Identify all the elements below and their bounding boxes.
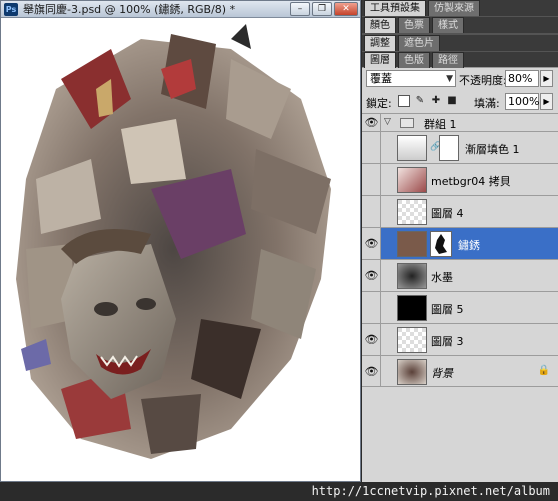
layer-row-group-1[interactable]: 👁 ▽ 群組 1 xyxy=(362,113,558,131)
tab-layers[interactable]: 圖層 xyxy=(364,52,396,68)
layer-name: 背景 xyxy=(431,367,453,380)
color-tab-row: 顏色 色票 樣式 xyxy=(362,17,558,33)
layer-row-layer-3[interactable]: 👁 圖層 3 xyxy=(362,323,558,355)
layer-name: 漸層填色 1 xyxy=(465,143,520,156)
layer-name: 圖層 4 xyxy=(431,207,464,220)
restore-icon[interactable]: ❐ xyxy=(312,2,332,16)
eye-icon[interactable]: 👁 xyxy=(364,269,379,283)
triangle-down-icon[interactable]: ▽ xyxy=(384,117,391,127)
fill-slider-button[interactable]: ▶ xyxy=(540,93,553,110)
layer-row-layer-4[interactable]: 圖層 4 xyxy=(362,195,558,227)
document-window: Ps 舉旗同慶-3.psd @ 100% (鏽銹, RGB/8) * – ❐ ✕ xyxy=(0,0,361,482)
lock-icon[interactable]: 🔒 xyxy=(538,365,550,376)
document-canvas[interactable] xyxy=(1,19,360,481)
artwork-image xyxy=(1,19,360,481)
layer-thumbnail xyxy=(397,199,427,225)
photoshop-icon: Ps xyxy=(4,2,18,16)
layer-list: 👁 ▽ 群組 1 🔗 漸層填色 1 metbgr04 拷貝 圖層 4 👁 鏽銹 … xyxy=(362,113,558,413)
adjustments-tab-row: 調整 遮色片 xyxy=(362,35,558,51)
fill-label: 填滿: xyxy=(474,97,500,110)
opacity-label: 不透明度: xyxy=(459,74,507,87)
layer-thumbnail xyxy=(397,359,427,385)
gradient-thumbnail xyxy=(397,135,427,161)
layer-name: metbgr04 拷貝 xyxy=(431,175,511,188)
close-icon[interactable]: ✕ xyxy=(334,2,358,16)
tab-swatches[interactable]: 色票 xyxy=(398,17,430,33)
layer-name: 圖層 5 xyxy=(431,303,464,316)
tab-styles[interactable]: 樣式 xyxy=(432,17,464,33)
tab-clone-source[interactable]: 仿製來源 xyxy=(428,0,480,16)
chevron-down-icon: ▼ xyxy=(446,74,453,84)
layer-name: 鏽銹 xyxy=(458,239,480,252)
layers-panel: 覆蓋 ▼ 不透明度: 80% ▶ 鎖定: ✎ ✚ ■ 填滿: 100% ▶ 👁 … xyxy=(362,68,558,482)
layer-row-gradient-fill[interactable]: 🔗 漸層填色 1 xyxy=(362,131,558,163)
tab-masks[interactable]: 遮色片 xyxy=(398,35,440,51)
layer-row-metbgr04-copy[interactable]: metbgr04 拷貝 xyxy=(362,163,558,195)
watermark-url: http://1ccnetvip.pixnet.net/album xyxy=(0,482,558,501)
eye-icon[interactable]: 👁 xyxy=(364,237,379,251)
eye-icon[interactable]: 👁 xyxy=(364,365,379,379)
mask-thumbnail xyxy=(439,135,459,161)
document-title-bar[interactable]: Ps 舉旗同慶-3.psd @ 100% (鏽銹, RGB/8) * – ❐ ✕ xyxy=(1,1,360,18)
tab-paths[interactable]: 路徑 xyxy=(432,52,464,68)
lock-all-icon[interactable]: ■ xyxy=(446,95,458,107)
tab-tool-presets[interactable]: 工具預設集 xyxy=(364,0,426,16)
layer-name: 圖層 3 xyxy=(431,335,464,348)
eye-icon[interactable]: 👁 xyxy=(364,333,379,347)
eye-icon[interactable]: 👁 xyxy=(364,116,379,130)
layer-thumbnail xyxy=(397,327,427,353)
layer-row-ink[interactable]: 👁 水墨 xyxy=(362,259,558,291)
opacity-input[interactable]: 80% xyxy=(505,70,539,87)
tab-channels[interactable]: 色版 xyxy=(398,52,430,68)
mask-thumbnail xyxy=(430,231,452,257)
blend-mode-select[interactable]: 覆蓋 ▼ xyxy=(366,70,456,87)
minimize-icon[interactable]: – xyxy=(290,2,310,16)
layer-name: 群組 1 xyxy=(424,118,457,131)
lock-transparency-icon[interactable] xyxy=(398,95,410,107)
layer-name: 水墨 xyxy=(431,271,453,284)
lock-brush-icon[interactable]: ✎ xyxy=(414,95,426,107)
folder-icon xyxy=(400,118,414,128)
opacity-slider-button[interactable]: ▶ xyxy=(540,70,553,87)
tool-presets-tab-row: 工具預設集 仿製來源 xyxy=(362,0,558,16)
tab-adjustments[interactable]: 調整 xyxy=(364,35,396,51)
layer-thumbnail xyxy=(397,295,427,321)
document-title: 舉旗同慶-3.psd @ 100% (鏽銹, RGB/8) * xyxy=(23,3,236,16)
layer-row-background[interactable]: 👁 背景 🔒 xyxy=(362,355,558,387)
blend-mode-value: 覆蓋 xyxy=(370,72,392,85)
layer-thumbnail xyxy=(397,167,427,193)
layer-row-layer-5[interactable]: 圖層 5 xyxy=(362,291,558,323)
lock-label: 鎖定: xyxy=(366,97,392,110)
layer-thumbnail xyxy=(397,263,427,289)
tab-color[interactable]: 顏色 xyxy=(364,17,396,33)
layers-tab-row: 圖層 色版 路徑 xyxy=(362,52,558,68)
layer-row-rust[interactable]: 👁 鏽銹 xyxy=(362,227,558,259)
panel-dock: 工具預設集 仿製來源 顏色 色票 樣式 調整 遮色片 圖層 色版 路徑 覆蓋 ▼… xyxy=(362,0,558,482)
fill-input[interactable]: 100% xyxy=(505,93,539,110)
lock-move-icon[interactable]: ✚ xyxy=(430,95,442,107)
layer-thumbnail xyxy=(397,231,427,257)
